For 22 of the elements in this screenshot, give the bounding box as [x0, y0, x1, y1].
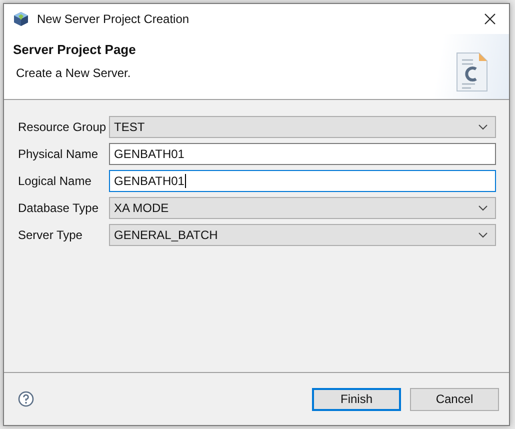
- field-label: Logical Name: [18, 174, 92, 188]
- field-label: Database Type: [18, 201, 100, 215]
- field-label: Server Type: [18, 228, 84, 242]
- document-icon: [455, 51, 489, 93]
- field-label: Resource Group: [18, 120, 108, 134]
- chevron-icon: [478, 232, 488, 238]
- dropdown[interactable]: TEST: [109, 116, 496, 138]
- close-icon: [484, 13, 496, 25]
- input-field[interactable]: GENBATH01: [109, 170, 496, 192]
- chevron-icon: [478, 124, 488, 130]
- input-field[interactable]: GENBATH01: [109, 143, 496, 165]
- help-icon[interactable]: [18, 391, 34, 407]
- dialog-button[interactable]: Finish: [312, 388, 401, 410]
- field-label: Physical Name: [18, 147, 100, 161]
- dialog-button[interactable]: Cancel: [410, 388, 499, 410]
- dropdown[interactable]: XA MODE: [109, 197, 496, 219]
- cube-icon: [13, 11, 29, 27]
- dropdown[interactable]: GENERAL_BATCH: [109, 224, 496, 246]
- chevron-icon: [478, 205, 488, 211]
- page-title: Server Project Page: [13, 42, 136, 57]
- page-description: Create a New Server.: [15, 66, 132, 80]
- window-title: New Server Project Creation: [37, 12, 190, 26]
